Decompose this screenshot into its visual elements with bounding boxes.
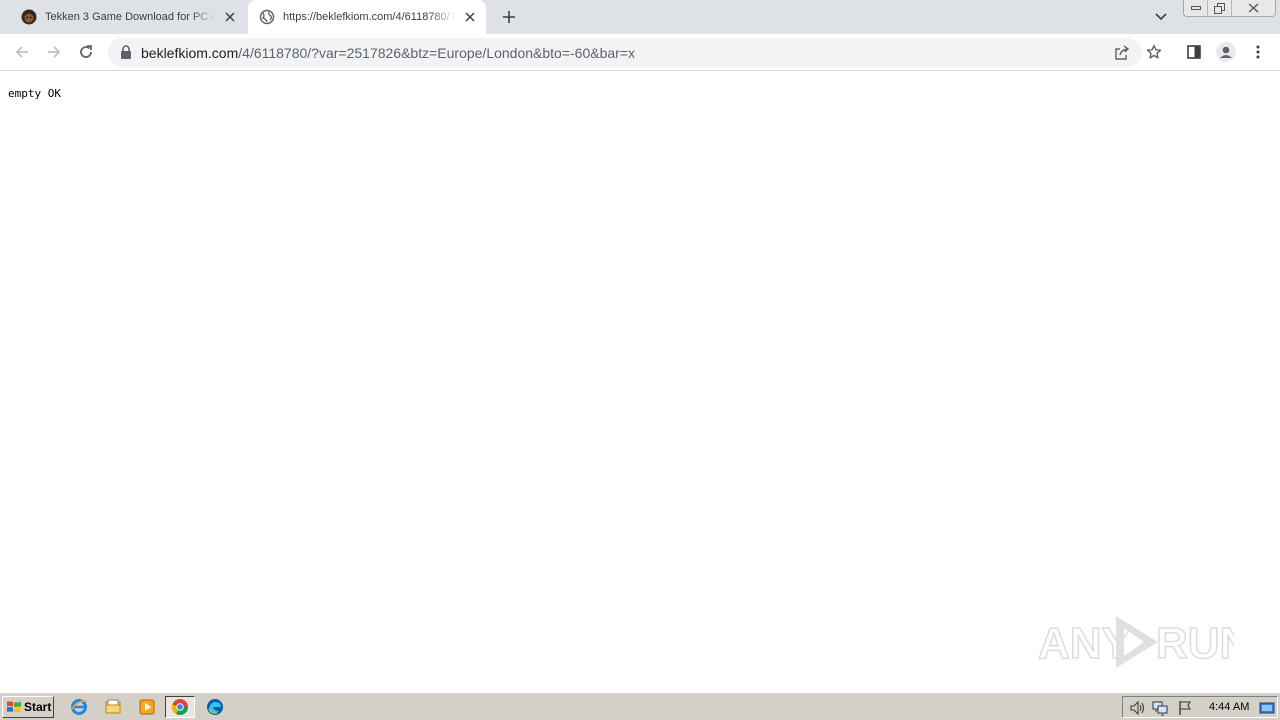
url-host: beklefkiom.com <box>141 45 239 61</box>
anyrun-watermark: ANY RUN <box>1038 616 1234 669</box>
side-panel-icon <box>1187 45 1201 59</box>
forward-button[interactable] <box>42 40 66 64</box>
close-tab-icon[interactable] <box>220 7 240 27</box>
side-panel-button[interactable] <box>1182 40 1206 64</box>
restore-icon <box>1214 2 1225 14</box>
edge-icon <box>207 699 223 715</box>
tab-title: Tekken 3 Game Download for PC All Versio… <box>45 11 216 23</box>
tekken-avatar-icon <box>21 9 37 25</box>
taskbar-ie[interactable] <box>68 697 90 717</box>
file-explorer-icon <box>105 699 121 714</box>
taskbar-chrome[interactable] <box>165 696 195 718</box>
minimize-icon <box>1190 6 1201 10</box>
watermark-right: RUN <box>1156 619 1234 668</box>
windows-flag-icon <box>7 701 21 713</box>
show-desktop-icon[interactable] <box>1259 700 1275 716</box>
minimize-button[interactable] <box>1184 0 1208 16</box>
taskbar: Start 4:44 AM <box>0 692 1280 720</box>
url-path: /4/6118780/?var=2517826&btz=Europe/Londo… <box>238 45 635 61</box>
page-content: empty OK ANY RUN <box>0 72 1280 692</box>
bookmark-button[interactable] <box>1142 40 1166 64</box>
share-button[interactable] <box>1111 42 1133 64</box>
tab-title: https://beklefkiom.com/4/6118780/?var=25… <box>283 11 456 23</box>
chevron-down-icon <box>1155 13 1167 21</box>
network-icon[interactable] <box>1152 700 1168 716</box>
volume-icon[interactable] <box>1129 700 1145 716</box>
arrow-right-icon <box>48 46 61 58</box>
internet-explorer-icon <box>70 699 88 715</box>
star-icon <box>1146 44 1162 59</box>
tab-search-button[interactable] <box>1151 7 1171 27</box>
restore-button[interactable] <box>1208 0 1232 16</box>
back-button[interactable] <box>10 40 34 64</box>
lock-icon[interactable] <box>120 45 132 59</box>
tab-tekken[interactable]: Tekken 3 Game Download for PC All Versio… <box>10 0 246 34</box>
profile-button[interactable] <box>1214 40 1238 64</box>
new-tab-button[interactable] <box>498 6 520 28</box>
arrow-left-icon <box>15 46 28 58</box>
profile-avatar-icon <box>1216 42 1236 62</box>
reload-button[interactable] <box>74 40 98 64</box>
page-body-text: empty OK <box>8 87 61 100</box>
window-controls <box>1183 0 1276 17</box>
taskbar-media-player[interactable] <box>136 697 158 717</box>
address-bar[interactable]: beklefkiom.com/4/6118780/?var=2517826&bt… <box>108 38 1142 67</box>
close-tab-icon[interactable] <box>460 7 480 27</box>
clock[interactable]: 4:44 AM <box>1209 701 1249 713</box>
reload-icon <box>80 45 92 58</box>
share-icon <box>1115 45 1130 60</box>
menu-button[interactable] <box>1246 40 1270 64</box>
start-button[interactable]: Start <box>2 696 54 718</box>
tab-strip: Tekken 3 Game Download for PC All Versio… <box>0 0 1280 34</box>
start-label: Start <box>24 700 52 714</box>
taskbar-edge[interactable] <box>204 697 226 717</box>
plus-icon <box>503 11 515 23</box>
close-icon <box>1248 3 1259 13</box>
kebab-menu-icon <box>1256 45 1260 59</box>
action-center-flag-icon[interactable] <box>1177 700 1193 716</box>
url-text[interactable]: beklefkiom.com/4/6118780/?var=2517826&bt… <box>141 45 635 61</box>
tab-beklefkiom[interactable]: https://beklefkiom.com/4/6118780/?var=25… <box>248 0 486 34</box>
taskbar-explorer[interactable] <box>102 697 124 717</box>
close-window-button[interactable] <box>1232 0 1275 16</box>
system-tray: 4:44 AM <box>1122 696 1278 718</box>
media-player-icon <box>139 699 155 715</box>
chrome-icon <box>171 699 188 715</box>
globe-icon <box>259 9 275 25</box>
browser-toolbar: beklefkiom.com/4/6118780/?var=2517826&bt… <box>0 34 1280 71</box>
